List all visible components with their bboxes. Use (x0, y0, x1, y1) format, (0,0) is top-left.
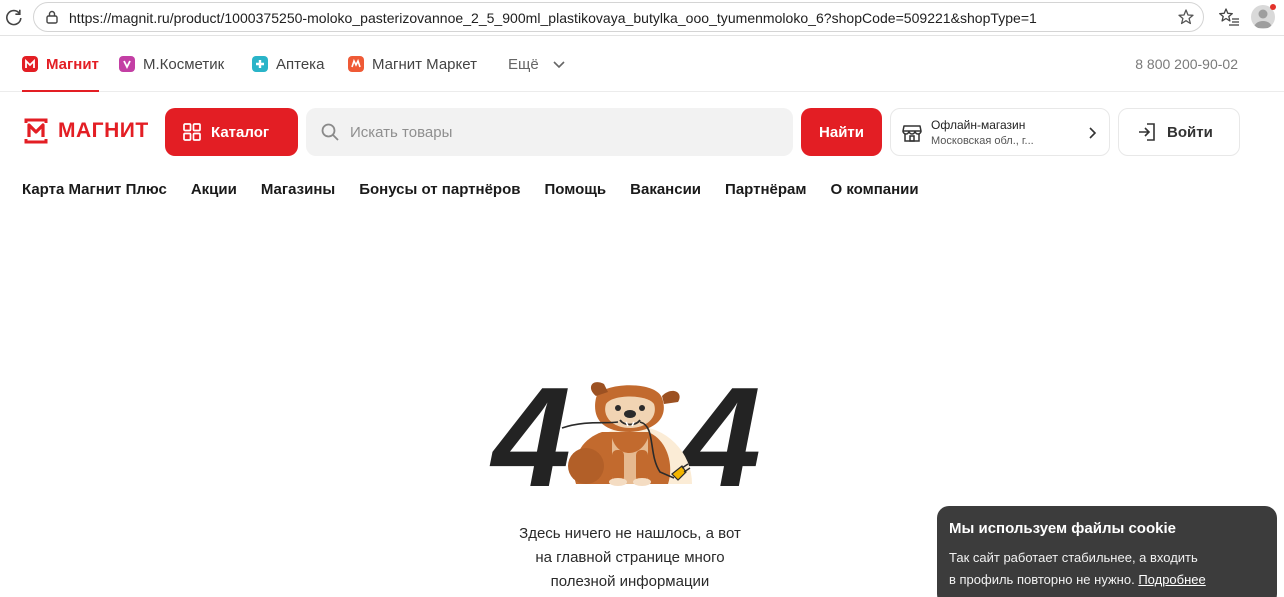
market-icon (348, 56, 364, 72)
chevron-down-icon (553, 61, 565, 69)
chevron-right-icon (1089, 127, 1097, 139)
service-market[interactable]: Магнит Маркет (348, 36, 477, 92)
cookie-banner: Мы используем файлы cookie Так сайт рабо… (937, 506, 1277, 597)
site-info-icon[interactable] (44, 9, 60, 25)
service-kosmetik[interactable]: М.Косметик (119, 36, 224, 92)
catalog-button[interactable]: Каталог (165, 108, 298, 156)
catalog-label: Каталог (211, 123, 270, 141)
store-title: Офлайн-магазин (931, 118, 1026, 132)
nav-item-help[interactable]: Помощь (544, 181, 606, 198)
magnit-icon (22, 56, 38, 72)
login-label: Войти (1167, 123, 1213, 141)
cookie-text-line: Так сайт работает стабильнее, а входить (949, 550, 1198, 565)
main-nav: Карта Магнит Плюс Акции Магазины Бонусы … (22, 181, 919, 198)
kosmetik-icon (119, 56, 135, 72)
cookie-text: Так сайт работает стабильнее, а входить … (949, 547, 1265, 591)
store-icon (902, 125, 922, 142)
search-box (306, 108, 793, 156)
logo-text: МАГНИТ (58, 119, 149, 142)
service-more[interactable]: Ещё (508, 36, 567, 92)
service-label: М.Косметик (143, 55, 225, 73)
notification-dot (1270, 4, 1276, 10)
reload-icon[interactable] (4, 7, 24, 27)
grid-icon (183, 123, 201, 141)
services-bar: Магнит М.Косметик Аптека Магнит Маркет Е… (0, 36, 1284, 92)
nav-item-magnit-plus-card[interactable]: Карта Магнит Плюс (22, 181, 167, 198)
nav-item-promotions[interactable]: Акции (191, 181, 237, 198)
error-message-line: на главной странице много (535, 549, 725, 566)
magnit-logo[interactable]: МАГНИТ (22, 117, 149, 145)
error-message-line: полезной информации (550, 573, 710, 590)
service-magnit[interactable]: Магнит (22, 36, 99, 92)
login-button[interactable]: Войти (1118, 108, 1240, 156)
nav-item-partner-bonuses[interactable]: Бонусы от партнёров (359, 181, 520, 198)
store-address: Московская обл., г... (931, 135, 1034, 147)
error-message-line: Здесь ничего не нашлось, а вот (519, 525, 741, 542)
cookie-text-fragment: в профиль повторно не нужно. (949, 572, 1135, 587)
search-input[interactable] (350, 108, 780, 156)
address-bar[interactable]: https://magnit.ru/product/1000375250-mol… (33, 2, 1204, 32)
cookie-title: Мы используем файлы cookie (949, 520, 1176, 537)
favorites-icon[interactable] (1218, 7, 1240, 27)
service-label: Аптека (276, 55, 325, 73)
store-selector[interactable]: Офлайн-магазин Московская обл., г... (890, 108, 1110, 156)
browser-toolbar: https://magnit.ru/product/1000375250-mol… (0, 0, 1284, 36)
bookmark-star-icon[interactable] (1177, 8, 1195, 26)
cookie-text-line: в профиль повторно не нужно. Подробнее (949, 569, 1265, 591)
error-message: Здесь ничего не нашлось, а вот на главно… (480, 522, 780, 594)
service-label: Магнит Маркет (372, 55, 477, 73)
service-label: Магнит (46, 55, 99, 73)
nav-item-partners[interactable]: Партнёрам (725, 181, 806, 198)
find-button[interactable]: Найти (801, 108, 882, 156)
nav-item-stores[interactable]: Магазины (261, 181, 335, 198)
login-icon (1139, 123, 1155, 141)
nav-item-about[interactable]: О компании (830, 181, 918, 198)
search-icon (321, 123, 339, 141)
bulldog-illustration-icon (561, 382, 692, 486)
service-label: Ещё (508, 55, 539, 73)
url-text[interactable]: https://magnit.ru/product/1000375250-mol… (69, 10, 1037, 26)
apteka-icon (252, 56, 268, 72)
service-apteka[interactable]: Аптека (252, 36, 324, 92)
phone-number[interactable]: 8 800 200-90-02 (1135, 56, 1238, 72)
nav-item-vacancies[interactable]: Вакансии (630, 181, 701, 198)
logo-icon (24, 118, 48, 144)
cookie-more-link[interactable]: Подробнее (1138, 572, 1205, 587)
